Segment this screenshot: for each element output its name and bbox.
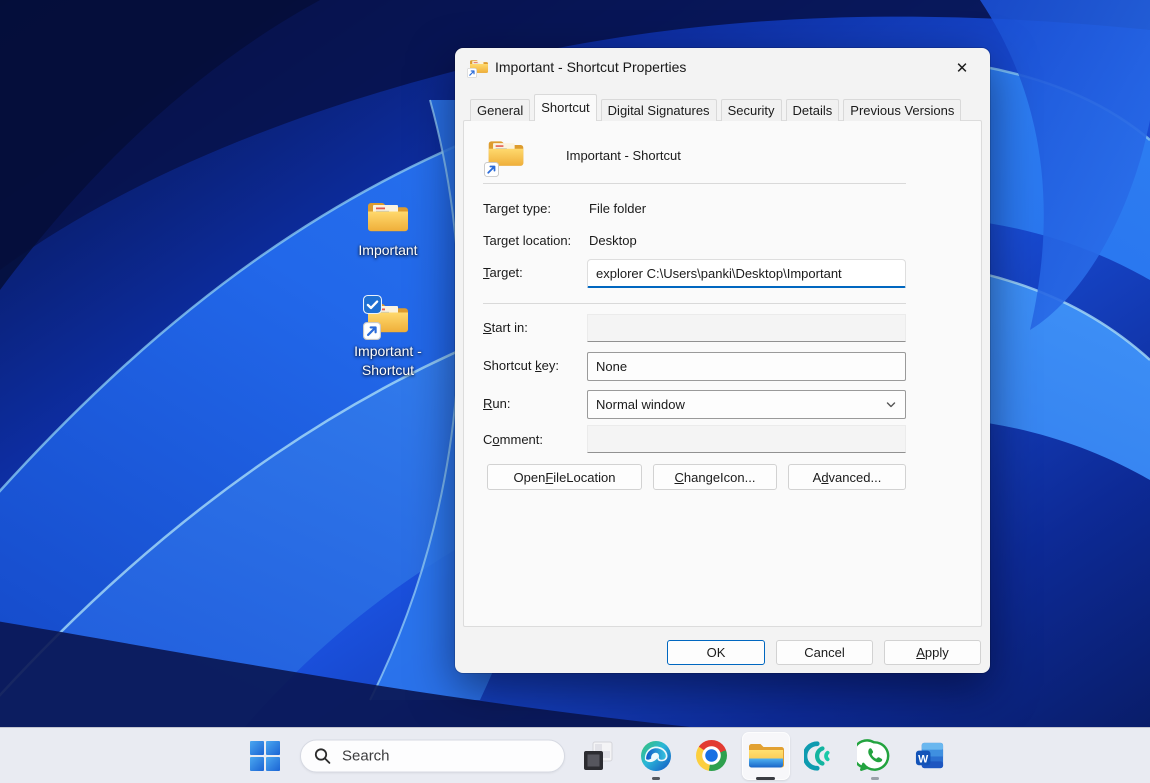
tab-digital-signatures[interactable]: Digital Signatures bbox=[601, 99, 717, 121]
shortcut-key-label: Shortcut key: bbox=[483, 358, 559, 374]
sync-check-badge-icon bbox=[363, 295, 382, 314]
edge-icon bbox=[640, 740, 672, 772]
start-in-label: Start in: bbox=[483, 320, 528, 336]
comment-label: Comment: bbox=[483, 432, 543, 448]
shortcut-tab-panel: Important - Shortcut Target type: File f… bbox=[463, 120, 982, 627]
edge-running-indicator bbox=[652, 777, 660, 780]
tab-security[interactable]: Security bbox=[721, 99, 782, 121]
change-icon-button[interactable]: Change Icon... bbox=[653, 464, 777, 490]
svg-text:W: W bbox=[918, 753, 929, 765]
tab-strip: General Shortcut Digital Signatures Secu… bbox=[470, 94, 965, 121]
file-explorer-icon bbox=[748, 741, 784, 771]
desktop-icon-important[interactable]: Important bbox=[340, 198, 436, 260]
chevron-down-icon bbox=[885, 399, 897, 411]
target-input[interactable] bbox=[587, 259, 906, 288]
comment-field[interactable] bbox=[587, 425, 906, 453]
target-type-label: Target type: bbox=[483, 201, 551, 217]
target-label: Target: bbox=[483, 265, 523, 281]
close-icon: ✕ bbox=[956, 59, 969, 77]
taskbar-item-squares-app[interactable] bbox=[581, 739, 615, 773]
run-label: Run: bbox=[483, 396, 510, 412]
icon-label: Important bbox=[340, 241, 436, 260]
search-box[interactable]: Search bbox=[300, 739, 565, 772]
dialog-title: Important - Shortcut Properties bbox=[495, 48, 686, 86]
word-icon: W bbox=[914, 740, 945, 771]
search-icon bbox=[314, 747, 331, 764]
start-button[interactable] bbox=[248, 739, 282, 773]
taskbar-item-teal-wave-app[interactable] bbox=[804, 739, 838, 773]
header-name: Important - Shortcut bbox=[566, 148, 681, 164]
header-folder-shortcut-icon bbox=[487, 137, 527, 177]
taskbar-item-edge[interactable] bbox=[639, 739, 673, 773]
tab-previous-versions[interactable]: Previous Versions bbox=[843, 99, 961, 121]
apply-button[interactable]: Apply bbox=[884, 640, 981, 665]
taskbar-item-whatsapp[interactable] bbox=[857, 739, 891, 773]
shortcut-arrow-icon bbox=[363, 322, 381, 340]
separator bbox=[483, 183, 906, 184]
target-type-value: File folder bbox=[589, 201, 646, 217]
target-location-label: Target location: bbox=[483, 233, 571, 249]
tab-general[interactable]: General bbox=[470, 99, 530, 121]
ok-button[interactable]: OK bbox=[667, 640, 765, 665]
whatsapp-running-indicator bbox=[871, 777, 879, 780]
tab-shortcut[interactable]: Shortcut bbox=[534, 94, 596, 121]
explorer-active-indicator bbox=[756, 777, 775, 780]
overlapping-squares-icon bbox=[583, 741, 613, 771]
screen: Important Important - Shortcut Important… bbox=[0, 0, 1150, 783]
target-location-value: Desktop bbox=[589, 233, 637, 249]
run-selected-value: Normal window bbox=[596, 397, 685, 412]
separator bbox=[483, 303, 906, 304]
advanced-button[interactable]: Advanced... bbox=[788, 464, 906, 490]
windows-logo-icon bbox=[250, 741, 280, 771]
taskbar-item-word[interactable]: W bbox=[912, 739, 946, 773]
shortcut-properties-dialog: Important - Shortcut Properties ✕ Genera… bbox=[455, 48, 990, 673]
chrome-icon bbox=[696, 740, 727, 771]
cancel-button[interactable]: Cancel bbox=[776, 640, 873, 665]
desktop-icon-important-shortcut[interactable]: Important - Shortcut bbox=[340, 299, 436, 380]
start-in-field[interactable] bbox=[587, 314, 906, 342]
teal-wave-icon bbox=[804, 738, 838, 774]
icon-label: Important - Shortcut bbox=[340, 342, 436, 380]
tab-details[interactable]: Details bbox=[786, 99, 840, 121]
search-placeholder: Search bbox=[342, 747, 390, 764]
dialog-folder-shortcut-icon bbox=[469, 58, 489, 76]
taskbar-item-chrome[interactable] bbox=[694, 739, 728, 773]
folder-icon bbox=[366, 198, 410, 236]
close-button[interactable]: ✕ bbox=[942, 53, 982, 82]
whatsapp-icon bbox=[857, 738, 891, 774]
taskbar-item-file-explorer[interactable] bbox=[742, 732, 790, 780]
shortcut-key-input[interactable] bbox=[587, 352, 906, 381]
taskbar: Search bbox=[0, 727, 1150, 783]
dialog-titlebar[interactable]: Important - Shortcut Properties ✕ bbox=[455, 48, 990, 86]
run-select[interactable]: Normal window bbox=[587, 390, 906, 419]
open-file-location-button[interactable]: Open File Location bbox=[487, 464, 642, 490]
